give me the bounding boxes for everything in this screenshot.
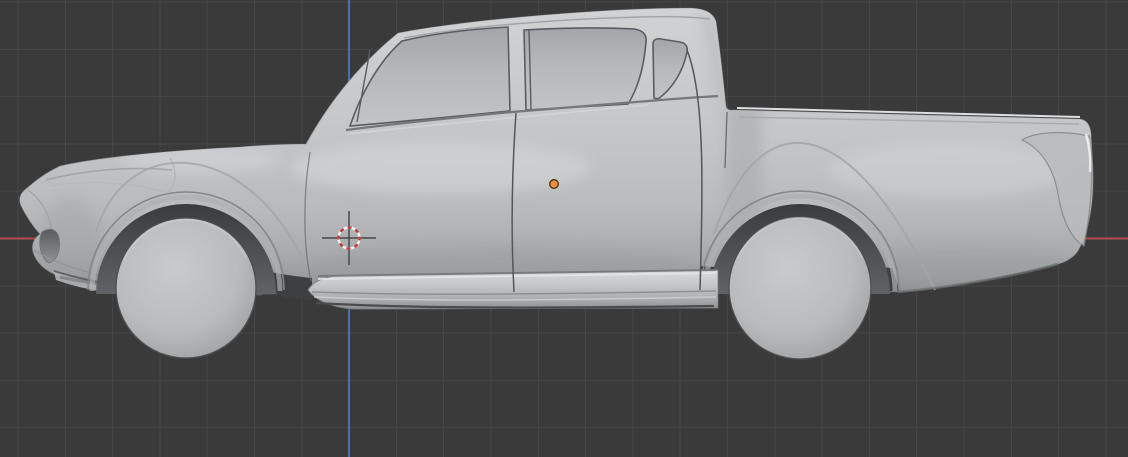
door-highlight [290,142,590,194]
origin-dot-icon[interactable] [549,179,559,189]
3d-viewport[interactable] [0,0,1128,457]
rear-door-window[interactable] [523,27,647,111]
object-origin-point[interactable] [549,179,559,189]
viewport-canvas[interactable] [0,0,1128,457]
bed-highlight [830,142,1070,198]
